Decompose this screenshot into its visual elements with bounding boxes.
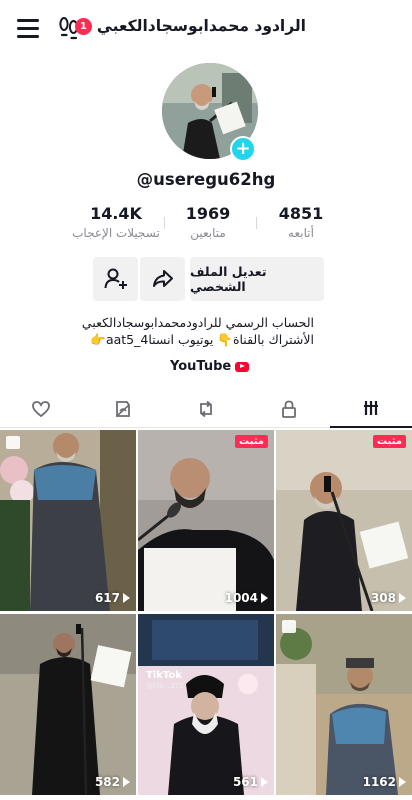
hamburger-menu-icon[interactable] (17, 19, 39, 38)
pinned-badge: مثبت (235, 435, 268, 448)
view-count: 308 (276, 591, 406, 605)
bio-line: الأشتراك بالقناة👇 يوتيوب انستا4_aat5👉 (90, 332, 314, 347)
tab-videos[interactable] (330, 390, 412, 428)
page-title: الرادود محمدابوسجادالكعبي (96, 17, 306, 35)
play-icon (123, 593, 130, 603)
video-tile[interactable]: 617 (0, 430, 136, 611)
video-thumbnail (0, 614, 136, 795)
play-icon (123, 777, 130, 787)
plus-icon: + (235, 138, 251, 159)
tab-reposts[interactable] (165, 390, 247, 428)
following-stat[interactable]: 4851 أتابعه (241, 204, 361, 240)
grid-bars-icon (364, 401, 378, 415)
share-profile-button[interactable] (140, 257, 185, 301)
lock-icon (282, 400, 296, 418)
play-icon (399, 593, 406, 603)
stats-row: 14.4K تسجيلات الإعجاب 1969 متابعين 4851 … (0, 204, 412, 248)
bio-line: الحساب الرسمي للرادودمحمدابوسجادالكعبي (81, 315, 314, 330)
username: @useregu62hg (136, 170, 276, 189)
tab-private[interactable] (248, 390, 330, 428)
tab-liked[interactable] (0, 390, 82, 428)
view-count: 1004 (138, 591, 268, 605)
tiktok-watermark: TikTok (146, 670, 182, 681)
view-count: 561 (138, 775, 268, 789)
following-count: 4851 (278, 204, 324, 223)
photo-icon (282, 620, 296, 633)
edit-profile-button[interactable]: تعديل الملف الشخصي (190, 257, 324, 301)
view-count: 1162 (276, 775, 406, 789)
video-thumbnail (138, 430, 274, 611)
tab-favorites[interactable] (82, 390, 164, 428)
share-arrow-icon (152, 270, 173, 287)
profile-tabs (0, 390, 412, 428)
youtube-label: YouTube (170, 359, 232, 374)
add-friend-button[interactable] (93, 257, 138, 301)
youtube-link[interactable]: YouTube (170, 359, 250, 374)
stat-divider (164, 217, 165, 229)
video-thumbnail (0, 430, 136, 611)
play-icon (261, 593, 268, 603)
photo-icon (6, 436, 20, 449)
bio: الحساب الرسمي للرادودمحمدابوسجادالكعبي ا… (0, 314, 314, 348)
video-tile[interactable]: 582 (0, 614, 136, 795)
heart-icon (32, 401, 50, 418)
notification-badge: 1 (74, 17, 92, 35)
repost-icon (200, 400, 212, 418)
youtube-icon (235, 361, 250, 372)
view-count: 582 (0, 775, 130, 789)
video-tile[interactable]: TikTok @ida...315 561 (138, 614, 274, 795)
stat-divider (256, 217, 257, 229)
pinned-badge: مثبت (373, 435, 406, 448)
view-count: 617 (0, 591, 130, 605)
play-icon (261, 777, 268, 787)
hidden-eye-icon (116, 401, 130, 417)
video-thumbnail (276, 614, 412, 795)
video-thumbnail (138, 614, 274, 795)
video-tile[interactable]: مثبت 308 (276, 430, 412, 611)
account-switcher[interactable]: 1 الرادود محمدابوسجادالكعبي (74, 17, 306, 35)
video-tile[interactable]: مثبت 1004 (138, 430, 274, 611)
tiktok-handle: @ida...315 (146, 682, 184, 690)
video-thumbnail (276, 430, 412, 611)
add-friend-icon (104, 268, 127, 289)
following-label: أتابعه (288, 226, 314, 240)
video-tile[interactable]: 1162 (276, 614, 412, 795)
top-bar: 1 الرادود محمدابوسجادالكعبي (0, 0, 412, 58)
play-icon (399, 777, 406, 787)
add-story-button[interactable]: + (230, 136, 256, 162)
